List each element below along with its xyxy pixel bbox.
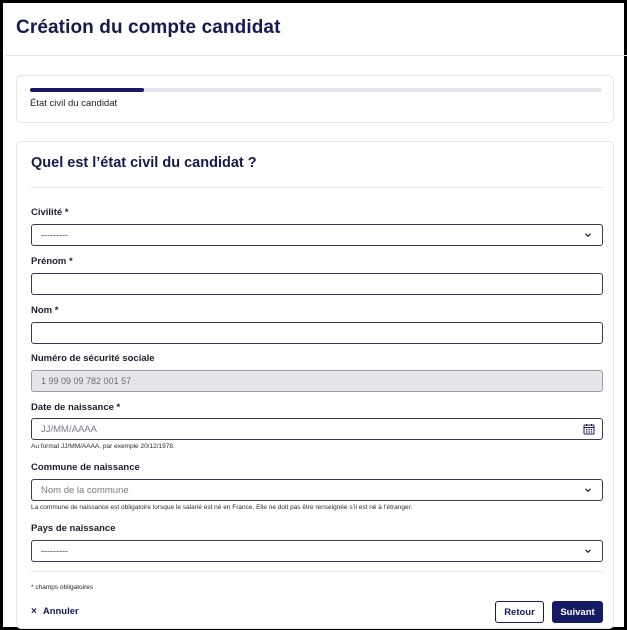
progress-card: État civil du candidat [16, 75, 614, 123]
page-frame: Création du compte candidat État civil d… [0, 0, 627, 630]
progress-bar [30, 88, 602, 92]
required-fields-note: * champs obligatoires [31, 584, 94, 591]
chevron-down-icon [585, 233, 591, 238]
birthdate-placeholder: JJ/MM/AAAA [41, 424, 97, 435]
birth-commune-placeholder: Nom de la commune [41, 485, 129, 496]
chevron-down-icon [585, 549, 591, 554]
prenom-input[interactable] [31, 273, 603, 295]
form-title-divider [31, 187, 603, 188]
prenom-label: Prénom * [31, 256, 73, 267]
form-footer-divider [31, 571, 603, 572]
birthdate-hint: Au format JJ/MM/AAAA, par exemple 20/12/… [31, 443, 175, 450]
nom-label: Nom * [31, 305, 59, 316]
birth-commune-select[interactable]: Nom de la commune [31, 479, 603, 501]
birth-country-selected-value: --------- [41, 546, 68, 556]
back-button[interactable]: Retour [495, 601, 544, 623]
chevron-down-icon [585, 488, 591, 493]
birth-country-label: Pays de naissance [31, 523, 116, 534]
cancel-button-label: Annuler [42, 606, 79, 617]
form-title: Quel est l’état civil du candidat ? [31, 155, 257, 171]
birth-country-select[interactable]: --------- [31, 540, 603, 562]
page-title: Création du compte candidat [16, 17, 281, 38]
civilite-selected-value: --------- [41, 230, 68, 240]
nir-input: 1 99 09 09 782 001 57 [31, 370, 603, 392]
page-header: Création du compte candidat [6, 6, 627, 56]
civilite-label: Civilité * [31, 207, 69, 218]
birth-commune-label: Commune de naissance [31, 462, 140, 473]
birthdate-input[interactable]: JJ/MM/AAAA [31, 418, 603, 440]
nir-value: 1 99 09 09 782 001 57 [41, 376, 132, 386]
nom-input[interactable] [31, 322, 603, 344]
progress-bar-fill [30, 88, 145, 92]
progress-step-label: État civil du candidat [30, 98, 118, 109]
civil-status-form: Quel est l’état civil du candidat ? Civi… [16, 141, 614, 629]
birthdate-label: Date de naissance * [31, 402, 121, 413]
birth-commune-hint: La commune de naissance est obligatoire … [31, 504, 413, 511]
nir-label: Numéro de sécurité sociale [31, 353, 155, 364]
civilite-select[interactable]: --------- [31, 224, 603, 246]
next-button[interactable]: Suivant [552, 601, 603, 623]
calendar-icon[interactable] [583, 423, 595, 435]
close-icon: × [31, 606, 37, 617]
cancel-button[interactable]: × Annuler [31, 606, 79, 617]
